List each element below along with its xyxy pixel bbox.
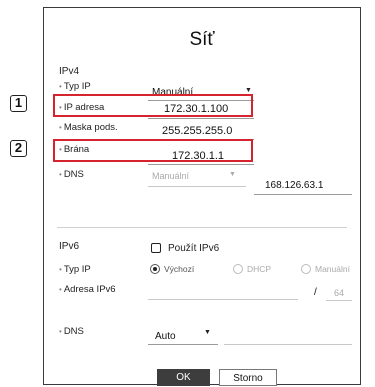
chevron-down-icon[interactable]: ▼	[245, 87, 252, 94]
ipv6-dns-field[interactable]	[224, 344, 352, 345]
dialog-title: Síť	[189, 29, 215, 50]
ipv6-typ-ip-label: • Typ IP	[59, 264, 91, 275]
ipv6-dns-label: • DNS	[59, 326, 84, 337]
ipv4-ip-adresa-underline	[148, 118, 254, 119]
ipv4-dns-underline	[254, 194, 352, 195]
radio-vychozi-label[interactable]: Výchozí	[164, 264, 194, 274]
chevron-down-icon[interactable]: ▼	[204, 329, 211, 336]
use-ipv6-checkbox[interactable]	[151, 243, 161, 253]
ipv4-typ-ip-label: • Typ IP	[59, 81, 91, 92]
highlight-brana	[53, 139, 253, 162]
chevron-down-icon[interactable]: ▼	[229, 171, 236, 178]
ok-button[interactable]: OK	[157, 369, 210, 386]
ipv6-adresa-label-text: Adresa IPv6	[63, 284, 116, 295]
ipv6-adresa-field[interactable]	[148, 299, 298, 300]
ipv6-dns-label-text: DNS	[63, 326, 84, 337]
radio-vychozi[interactable]	[150, 264, 160, 274]
ipv4-brana-underline	[148, 164, 254, 165]
callout-1: 1	[10, 95, 27, 112]
network-dialog: Síť IPv4 • Typ IP Manuální ▼ • IP adresa 1…	[43, 7, 361, 385]
ipv4-section-label: IPv4	[59, 66, 80, 77]
section-divider	[57, 227, 347, 228]
ipv6-adresa-label: • Adresa IPv6	[59, 284, 116, 295]
radio-manualni[interactable]	[301, 264, 311, 274]
ipv6-typ-ip-label-text: Typ IP	[63, 264, 91, 275]
ipv6-dns-select-underline	[148, 344, 218, 345]
ipv4-dns-mode-underline	[148, 186, 246, 187]
radio-dhcp-label[interactable]: DHCP	[247, 264, 271, 274]
ipv4-maska-field[interactable]: 255.255.255.0	[162, 125, 232, 137]
radio-manualni-label[interactable]: Manuální	[315, 264, 350, 274]
ipv4-dns-field[interactable]: 168.126.63.1	[265, 180, 323, 191]
ipv4-dns-label: • DNS	[59, 169, 84, 180]
ipv6-prefix-underline	[326, 300, 352, 301]
ipv6-prefix-separator: /	[314, 287, 317, 298]
ipv4-dns-label-text: DNS	[63, 169, 84, 180]
callout-2: 2	[10, 140, 27, 157]
ipv4-maska-label-text: Maska pods.	[63, 122, 118, 133]
cancel-button[interactable]: Storno	[219, 369, 277, 386]
ipv4-typ-ip-label-text: Typ IP	[63, 81, 91, 92]
ipv4-dns-mode-select[interactable]: Manuální	[152, 171, 189, 181]
use-ipv6-label[interactable]: Použít IPv6	[168, 243, 219, 254]
ipv6-section-label: IPv6	[59, 241, 80, 252]
ipv6-dns-select[interactable]: Auto	[155, 331, 176, 342]
highlight-ip-adresa	[53, 94, 253, 117]
ipv6-prefix-field[interactable]: 64	[334, 288, 344, 298]
ipv4-maska-label: • Maska pods.	[59, 122, 118, 133]
radio-dhcp[interactable]	[233, 264, 243, 274]
